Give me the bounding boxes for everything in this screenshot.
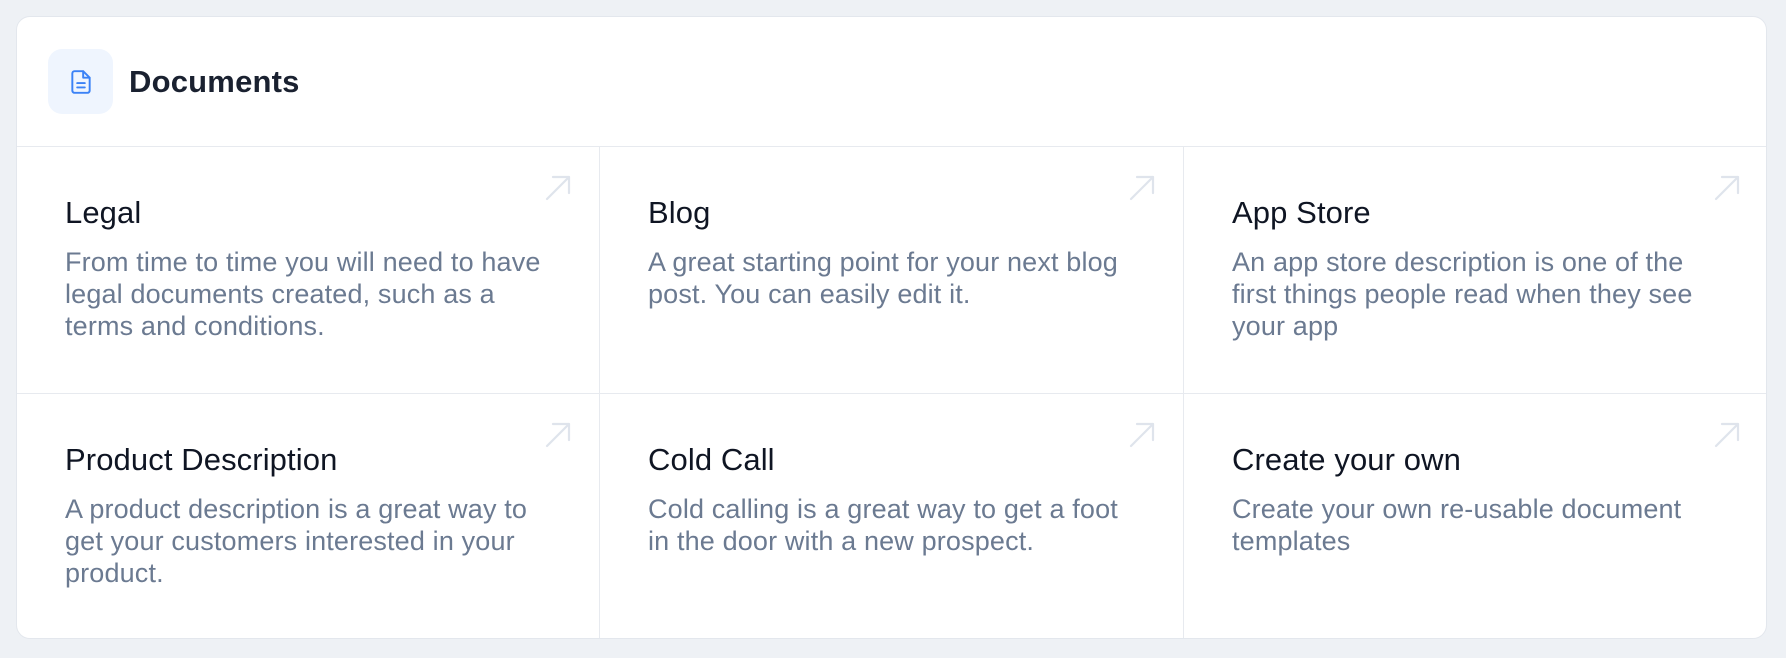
template-tile-product-description[interactable]: Product Description A product descriptio… [17, 394, 600, 638]
page-title: Documents [129, 63, 300, 99]
card-header: Documents [17, 17, 1766, 147]
tile-description: An app store description is one of the f… [1232, 247, 1693, 341]
arrow-up-right-icon [545, 175, 571, 201]
document-icon [48, 49, 113, 114]
arrow-up-right-icon [1129, 175, 1155, 201]
tile-description: Cold calling is a great way to get a foo… [648, 494, 1118, 556]
arrow-up-right-icon [1714, 422, 1740, 448]
arrow-up-right-icon [545, 422, 571, 448]
tile-description: A product description is a great way to … [65, 494, 528, 588]
tile-title: App Store [1232, 195, 1371, 230]
tile-title: Blog [648, 195, 711, 230]
template-tile-blog[interactable]: Blog A great starting point for your nex… [600, 147, 1184, 394]
template-tile-app-store[interactable]: App Store An app store description is on… [1184, 147, 1766, 394]
tile-title: Legal [65, 195, 142, 230]
tile-description: Create your own re-usable document templ… [1232, 494, 1682, 556]
template-tile-legal[interactable]: Legal From time to time you will need to… [17, 147, 600, 394]
template-grid: Legal From time to time you will need to… [17, 147, 1766, 638]
tile-description: From time to time you will need to have … [65, 247, 541, 341]
arrow-up-right-icon [1714, 175, 1740, 201]
template-tile-cold-call[interactable]: Cold Call Cold calling is a great way to… [600, 394, 1184, 638]
arrow-up-right-icon [1129, 422, 1155, 448]
documents-card: Documents Legal From time to time you wi… [16, 16, 1767, 639]
template-tile-create-your-own[interactable]: Create your own Create your own re-usabl… [1184, 394, 1766, 638]
tile-title: Cold Call [648, 442, 775, 477]
tile-title: Create your own [1232, 442, 1461, 477]
tile-description: A great starting point for your next blo… [648, 247, 1118, 309]
tile-title: Product Description [65, 442, 338, 477]
